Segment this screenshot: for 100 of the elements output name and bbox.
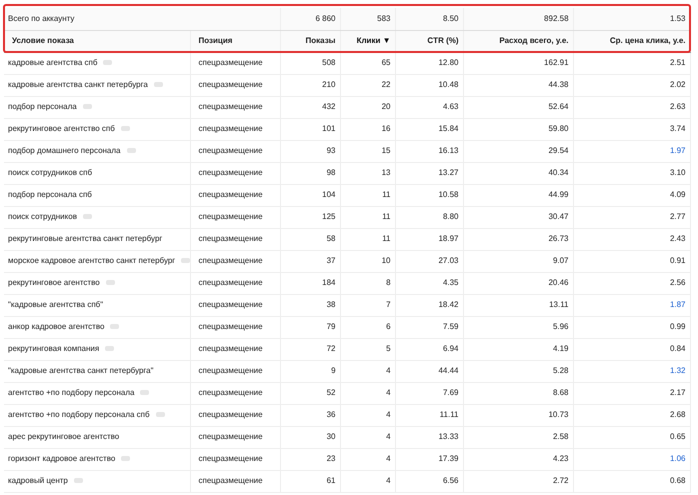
table-cell: 8.80 <box>395 206 464 228</box>
table-cell: 2.17 <box>573 382 690 404</box>
condition-text: подбор домашнего персонала <box>8 146 120 155</box>
table-cell: 2.51 <box>573 52 690 74</box>
total-value: 8.50 <box>395 8 464 30</box>
table-cell: 79 <box>280 316 340 338</box>
table-cell: 17.39 <box>395 448 464 470</box>
table-cell: спецразмещение <box>190 52 280 74</box>
table-cell: 9.07 <box>463 250 574 272</box>
table-cell: 3.74 <box>573 118 690 140</box>
table-cell: 40.34 <box>463 162 574 184</box>
more-icon[interactable] <box>103 60 112 66</box>
table-cell: 11.11 <box>395 404 464 426</box>
table-cell: 2.72 <box>463 470 574 492</box>
total-value: 583 <box>340 8 396 30</box>
condition-text: кадровый центр <box>8 476 68 485</box>
condition-text: рекрутинговое агентство спб <box>8 124 115 133</box>
table-cell: 61 <box>280 470 340 492</box>
table-cell: 4 <box>340 448 396 470</box>
condition-text: "кадровые агентства санкт петербурга" <box>8 366 154 375</box>
column-header[interactable]: Ср. цена клика, у.е. <box>573 30 690 52</box>
table-cell: 7 <box>340 294 396 316</box>
column-header[interactable]: Позиция <box>190 30 280 52</box>
total-value: 6 860 <box>280 8 340 30</box>
table-cell: 52.64 <box>463 96 574 118</box>
table-cell: 27.03 <box>395 250 464 272</box>
table-cell: 18.42 <box>395 294 464 316</box>
table-cell: 0.68 <box>573 470 690 492</box>
more-icon[interactable] <box>181 258 190 264</box>
more-icon[interactable] <box>121 456 130 462</box>
table-cell: 4 <box>340 426 396 448</box>
column-header[interactable]: Условие показа <box>4 30 190 52</box>
table-cell: 44.38 <box>463 74 574 96</box>
total-value: 1.53 <box>573 8 690 30</box>
table-cell: 4 <box>340 404 396 426</box>
column-header[interactable]: CTR (%) <box>395 30 464 52</box>
table-cell: спецразмещение <box>190 74 280 96</box>
more-icon[interactable] <box>140 390 150 396</box>
table-cell: 162.91 <box>463 52 574 74</box>
table-cell: спецразмещение <box>190 272 280 294</box>
more-icon[interactable] <box>120 126 130 132</box>
table-cell: 508 <box>280 52 340 74</box>
table-cell: 2.56 <box>573 272 690 294</box>
table-cell: 9 <box>280 360 340 382</box>
more-icon[interactable] <box>126 148 136 154</box>
more-icon[interactable] <box>110 324 120 330</box>
table-cell: 4.63 <box>395 96 464 118</box>
table-cell: 10.73 <box>463 404 574 426</box>
condition-text: поиск сотрудников спб <box>8 168 92 177</box>
more-icon[interactable] <box>82 214 92 220</box>
table-cell: спецразмещение <box>190 162 280 184</box>
table-cell: 65 <box>340 52 396 74</box>
table-cell: 101 <box>280 118 340 140</box>
table-cell: 16 <box>340 118 396 140</box>
table-cell: 125 <box>280 206 340 228</box>
table-cell: 4.35 <box>395 272 464 294</box>
table-cell: 72 <box>280 338 340 360</box>
table-cell: 52 <box>280 382 340 404</box>
table-cell: 44.44 <box>395 360 464 382</box>
more-icon[interactable] <box>156 412 165 418</box>
condition-text: горизонт кадровое агентство <box>8 454 116 463</box>
table-cell: спецразмещение <box>190 316 280 338</box>
table-cell: 4 <box>340 470 396 492</box>
table-cell: 13.33 <box>395 426 464 448</box>
table-cell: 22 <box>340 74 396 96</box>
table-cell: 7.69 <box>395 382 464 404</box>
column-header[interactable]: Клики ▼ <box>340 30 396 52</box>
more-icon[interactable] <box>154 82 163 88</box>
more-icon[interactable] <box>82 104 92 110</box>
table-cell: спецразмещение <box>190 470 280 492</box>
table-cell: спецразмещение <box>190 184 280 206</box>
condition-text: рекрутинговое агентство <box>8 278 100 287</box>
column-header[interactable]: Показы <box>280 30 340 52</box>
table-cell: 0.99 <box>573 316 690 338</box>
table-cell: 432 <box>280 96 340 118</box>
table-cell: 59.80 <box>463 118 574 140</box>
condition-text: кадровые агентства санкт петербурга <box>8 80 148 89</box>
table-cell: 7.59 <box>395 316 464 338</box>
table-cell: 4 <box>340 382 396 404</box>
table-cell: спецразмещение <box>190 250 280 272</box>
table-cell: 5 <box>340 338 396 360</box>
table-cell: 18.97 <box>395 228 464 250</box>
table-cell: 58 <box>280 228 340 250</box>
more-icon[interactable] <box>74 478 83 484</box>
table-cell: 36 <box>280 404 340 426</box>
table-cell: 4 <box>340 360 396 382</box>
more-icon[interactable] <box>105 346 114 352</box>
table-cell: 15.84 <box>395 118 464 140</box>
table-cell: 16.13 <box>395 140 464 162</box>
condition-text: подбор персонала <box>8 102 77 111</box>
table-cell: спецразмещение <box>190 206 280 228</box>
condition-text: агентство +по подбору персонала <box>8 388 134 397</box>
table-cell: 4.09 <box>573 184 690 206</box>
table-cell: спецразмещение <box>190 360 280 382</box>
column-header[interactable]: Расход всего, у.е. <box>463 30 574 52</box>
more-icon[interactable] <box>106 280 115 286</box>
table-cell: 2.02 <box>573 74 690 96</box>
table-cell: 4.23 <box>463 448 574 470</box>
condition-text: анкор кадровое агентство <box>8 322 104 331</box>
table-cell: 10 <box>340 250 396 272</box>
